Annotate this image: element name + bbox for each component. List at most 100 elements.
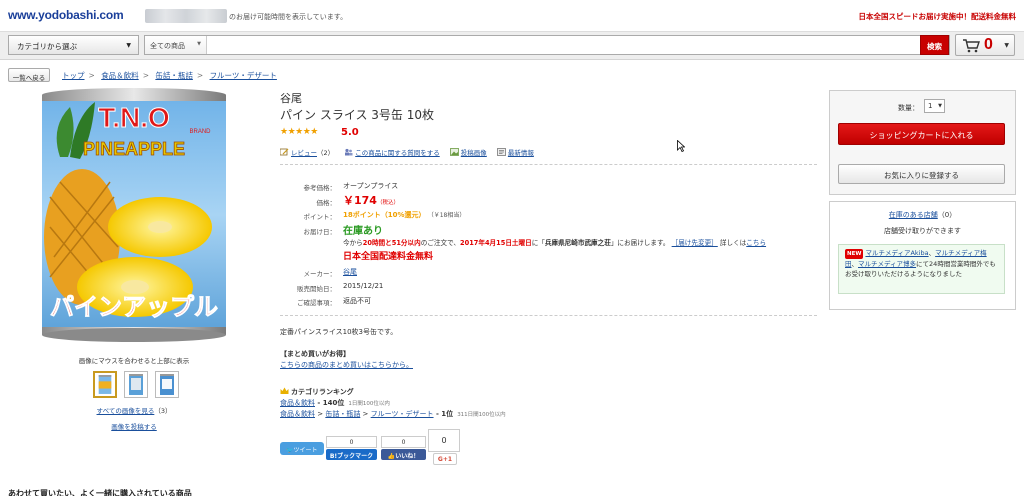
release-date-label: 販売開始日： — [297, 285, 336, 293]
review-count: （2） — [317, 149, 335, 157]
delivery-place: 兵庫県尼崎市武庫之荘 — [544, 239, 611, 247]
quantity-value: 1 — [928, 102, 933, 110]
crown-icon — [280, 387, 289, 394]
can-brand-text: T.N.O — [98, 102, 170, 133]
search-button[interactable]: 検索 — [920, 35, 949, 55]
delivery-label: お届け日： — [303, 228, 337, 236]
add-to-favorites-button[interactable]: お気に入りに登録する — [838, 164, 1005, 184]
caret-down-icon: ▼ — [126, 42, 131, 49]
posted-images-link[interactable]: 投稿画像 — [461, 149, 487, 157]
breadcrumb-fruit[interactable]: フルーツ・デザート — [210, 71, 277, 80]
google-plus-button[interactable]: G+1 — [433, 453, 457, 465]
site-logo[interactable]: www.yodobashi.com — [8, 8, 124, 22]
facebook-like-label: いいね！ — [395, 453, 420, 460]
stock-status: 在庫あり — [343, 222, 383, 237]
store-news-box: NEW マルチメディアAkiba、マルチメディア梅田、マルチメディア博多にて24時… — [838, 244, 1005, 294]
thumbnail-2[interactable] — [124, 371, 148, 398]
delivery-info-text: のお届け可能時間を表示しています。 — [229, 13, 348, 21]
product-image[interactable]: T.N.O BRAND PINEAPPLE パインアップル — [40, 87, 228, 344]
release-date-value: 2015/12/21 — [343, 282, 384, 290]
delivery-details: 今から20時間と51分以内のご注文で、2017年4月15日土曜日に「兵庫県尼崎市… — [343, 237, 766, 247]
product-links-row: レビュー（2） この商品に関する質問をする 投稿画像 最新情報 — [280, 147, 542, 157]
ranking-category-link[interactable]: 食品＆飲料 — [280, 410, 315, 418]
review-link-group: レビュー（2） — [280, 148, 336, 157]
delivery-time-remaining: 20時間と51分以内 — [362, 239, 421, 247]
breadcrumb-canned[interactable]: 缶詰・瓶詰 — [155, 71, 193, 80]
related-products-heading: あわせて買いたい、よく一緒に購入されている商品 — [8, 489, 192, 496]
delivery-date: 2017年4月15日土曜日 — [460, 239, 532, 247]
details-link[interactable]: こちら — [746, 239, 766, 247]
ranking-position: - 1位 — [433, 410, 454, 418]
delivery-text: のご注文で、 — [420, 239, 461, 247]
can-title-text: PINEAPPLE — [83, 139, 185, 159]
points-label: ポイント： — [303, 213, 337, 221]
qa-link[interactable]: この商品に関する質問をする — [355, 149, 440, 157]
ranking-note: 311日間100位以内 — [457, 412, 506, 418]
image-icon — [449, 148, 459, 156]
store-stock-title-row: 在庫のある店舗（0） — [829, 210, 1016, 220]
price-value: ￥174 — [343, 194, 377, 207]
new-badge: NEW — [845, 249, 864, 259]
blurred-location — [145, 9, 227, 23]
all-images-count: （3） — [154, 407, 172, 415]
back-to-list-button[interactable]: 一覧へ戻る — [8, 68, 50, 82]
tweet-button[interactable]: 🐦ツイート — [280, 442, 324, 455]
hatena-bookmark-button[interactable]: B!ブックマーク — [326, 449, 377, 460]
rating-stars: ★★★★★ — [280, 127, 318, 137]
tweet-label: ツイート — [293, 447, 318, 454]
promo-banner-text[interactable]: 日本全国スピードお届け実施中！配送料金無料 — [859, 11, 1017, 22]
divider — [280, 315, 817, 316]
caret-down-icon: ▼ — [197, 41, 201, 47]
breadcrumb-food[interactable]: 食品＆飲料 — [101, 71, 139, 80]
image-hover-caption: 画像にマウスを合わせると上部に表示 — [78, 357, 190, 365]
all-images-link[interactable]: すべての画像を見る — [97, 407, 155, 415]
bulk-buy-link[interactable]: こちらの商品のまとめ買いはこちらから。 — [280, 361, 413, 369]
mouse-cursor-icon — [677, 140, 685, 152]
points-group: 18ポイント（10%還元） （￥18相当） — [343, 210, 465, 220]
in-stock-text: 在庫あり — [343, 226, 383, 237]
cart-icon — [963, 39, 980, 53]
ranking-category-link[interactable]: 食品＆飲料 — [280, 399, 315, 407]
thumbnail-3[interactable] — [155, 371, 179, 398]
pencil-icon — [280, 148, 289, 156]
add-to-cart-button[interactable]: ショッピングカートに入れる — [838, 123, 1005, 145]
quantity-select[interactable]: 1 ▼ — [924, 99, 945, 113]
latest-info-link-group: 最新情報 — [496, 148, 534, 157]
post-image-row: 画像を投稿する — [40, 421, 228, 431]
category-ranking-title: カテゴリランキング — [280, 387, 354, 397]
can-jp-text: パインアップル — [50, 293, 218, 321]
ranking-row-1: 食品＆飲料 - 140位 1日間100位以内 — [280, 398, 390, 408]
thumbnail-1[interactable] — [93, 371, 117, 398]
search-input[interactable] — [208, 36, 922, 54]
stores-in-stock-link[interactable]: 在庫のある店舗 — [889, 211, 938, 219]
caret-down-icon: ▼ — [1004, 42, 1009, 49]
category-ranking-label: カテゴリランキング — [291, 388, 354, 396]
store-link-akiba[interactable]: マルチメディアAkiba — [865, 249, 928, 257]
change-destination-link[interactable]: ［届け先変更］ — [672, 239, 718, 247]
news-icon — [496, 148, 506, 156]
ranking-category-link[interactable]: フルーツ・デザート — [371, 410, 434, 418]
category-dropdown[interactable]: カテゴリから選ぶ ▼ — [8, 35, 139, 55]
ref-price-value: オープンプライス — [343, 182, 399, 190]
delivery-text: 今から — [343, 239, 363, 247]
ranking-position: - 140位 — [315, 399, 345, 407]
can-brand-small: BRAND — [189, 129, 211, 135]
breadcrumb-top[interactable]: トップ — [62, 71, 85, 80]
search-scope-dropdown[interactable]: 全ての商品 ▼ — [145, 36, 207, 54]
ranking-category-link[interactable]: 缶詰・瓶詰 — [325, 410, 360, 418]
store-link-hakata[interactable]: マルチメディア博多 — [858, 260, 916, 268]
maker-link[interactable]: 谷尾 — [343, 268, 357, 276]
facebook-count: 0 — [381, 436, 426, 448]
notes-value: 返品不可 — [343, 297, 371, 305]
maker-value-row: 谷尾 — [343, 267, 357, 277]
review-link[interactable]: レビュー — [291, 149, 317, 157]
people-icon — [345, 148, 353, 156]
delivery-text: 」にお届けします。 — [610, 239, 670, 247]
delivery-text: に「 — [531, 239, 545, 247]
cart-button[interactable]: 0 ▼ — [955, 34, 1015, 56]
product-description: 定番パインスライス10枚3号缶です。 — [280, 328, 398, 336]
facebook-like-button[interactable]: 👍いいね！ — [381, 449, 426, 460]
divider — [280, 164, 817, 165]
latest-info-link[interactable]: 最新情報 — [508, 149, 534, 157]
post-image-link[interactable]: 画像を投稿する — [111, 423, 157, 431]
